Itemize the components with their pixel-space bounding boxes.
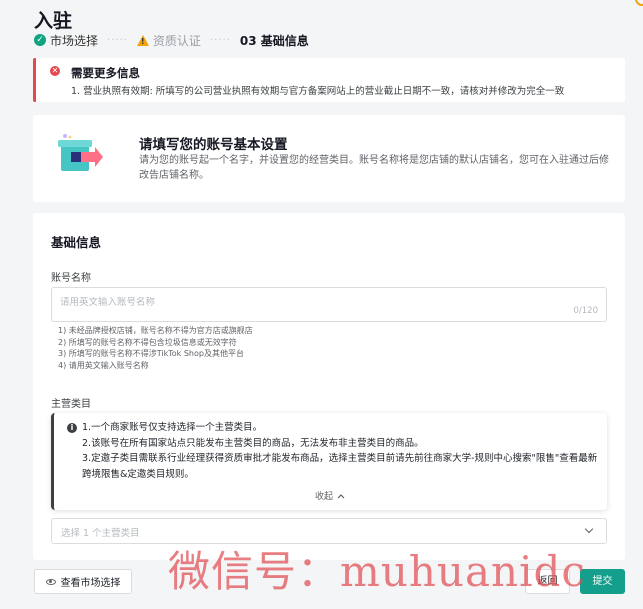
store-box-illustration-icon [58,134,103,171]
page-title: 入驻 [34,10,73,32]
error-alert: ✕ 需要更多信息 1. 营业执照有效期: 所填写的公司营业执照有效期与官方备案网… [33,58,625,102]
step-label: 市场选择 [50,33,99,48]
eye-icon [45,578,56,585]
chevron-down-icon [584,524,594,534]
check-circle-icon: ✓ [34,34,46,46]
main-category-select[interactable]: 选择 1 个主营类目 [51,518,607,544]
step-qualification[interactable]: ! 资质认证 [136,32,201,49]
section-title: 基础信息 [51,235,102,250]
step-indicator: ✓ 市场选择 ····· ! 资质认证 ····· 03 基础信息 [34,32,309,48]
account-name-input[interactable] [60,297,540,308]
intro-title: 请填写您的账号基本设置 [139,137,288,153]
basic-info-form: 基础信息 账号名称 0/120 1) 未经品牌授权店铺，账号名称不得为官方店或旗… [33,213,625,560]
corner-status-icon [635,0,643,6]
button-label: 查看市场选择 [60,578,121,589]
main-category-label: 主营类目 [51,399,91,410]
warning-triangle-icon: ! [136,34,149,46]
step-separator: ····· [209,34,231,46]
category-info-box: i 1.一个商家账号仅支持选择一个主营类目。 2.该账号在所有国家站点只能发布主… [51,413,607,510]
char-counter: 0/120 [573,306,599,316]
select-placeholder: 选择 1 个主营类目 [61,528,140,539]
rule-item: 3) 所填写的账号名称不得涉TikTok Shop及其他平台 [58,349,244,359]
step-label: 03 基础信息 [239,33,309,48]
tip-line: 3.定邀子类目需联系行业经理获得资质审批才能发布商品，选择主营类目前请先前往商家… [82,453,598,480]
rule-item: 1) 未经品牌授权店铺，账号名称不得为官方店或旗舰店 [58,326,253,335]
alert-message: 1. 营业执照有效期: 所填写的公司营业执照有效期与官方备案网站上的营业截止日期… [71,86,565,97]
tip-line: 1.一个商家账号仅支持选择一个主营类目。 [82,422,263,433]
back-button[interactable]: 返回 [525,569,570,594]
step-market[interactable]: ✓ 市场选择 [34,32,98,49]
account-name-rules: 1) 未经品牌授权店铺，账号名称不得为官方店或旗舰店 2) 所填写的账号名称不得… [58,325,253,371]
collapse-label: 收起 [315,492,334,502]
tip-line: 2.该账号在所有国家站点只能发布主营类目的商品，无法发布非主营类目的商品。 [82,437,424,449]
step-separator: ····· [107,34,128,46]
error-circle-icon: ✕ [50,66,60,76]
chevron-up-icon [337,493,345,498]
account-name-label: 账号名称 [51,273,91,284]
submit-button[interactable]: 提交 [580,569,625,594]
step-basic-info: 03 基础信息 [240,32,309,49]
alert-title: 需要更多信息 [71,66,140,80]
rule-item: 2) 所填写的账号名称不得包含垃圾信息或无效字符 [58,337,237,347]
rule-item: 4) 请用英文输入账号名称 [58,360,149,370]
account-name-field[interactable]: 0/120 [51,287,607,322]
step-label: 资质认证 [152,33,201,48]
intro-card: 请填写您的账号基本设置 请为您的账号起一个名字，并设置您的经营类目。账号名称将是… [33,115,625,202]
intro-description: 请为您的账号起一个名字，并设置您的经营类目。账号名称将是您店铺的默认店铺名，您可… [139,155,609,181]
info-circle-icon: i [67,423,77,433]
view-market-selection-button[interactable]: 查看市场选择 [34,569,132,594]
collapse-button[interactable]: 收起 [315,489,345,502]
